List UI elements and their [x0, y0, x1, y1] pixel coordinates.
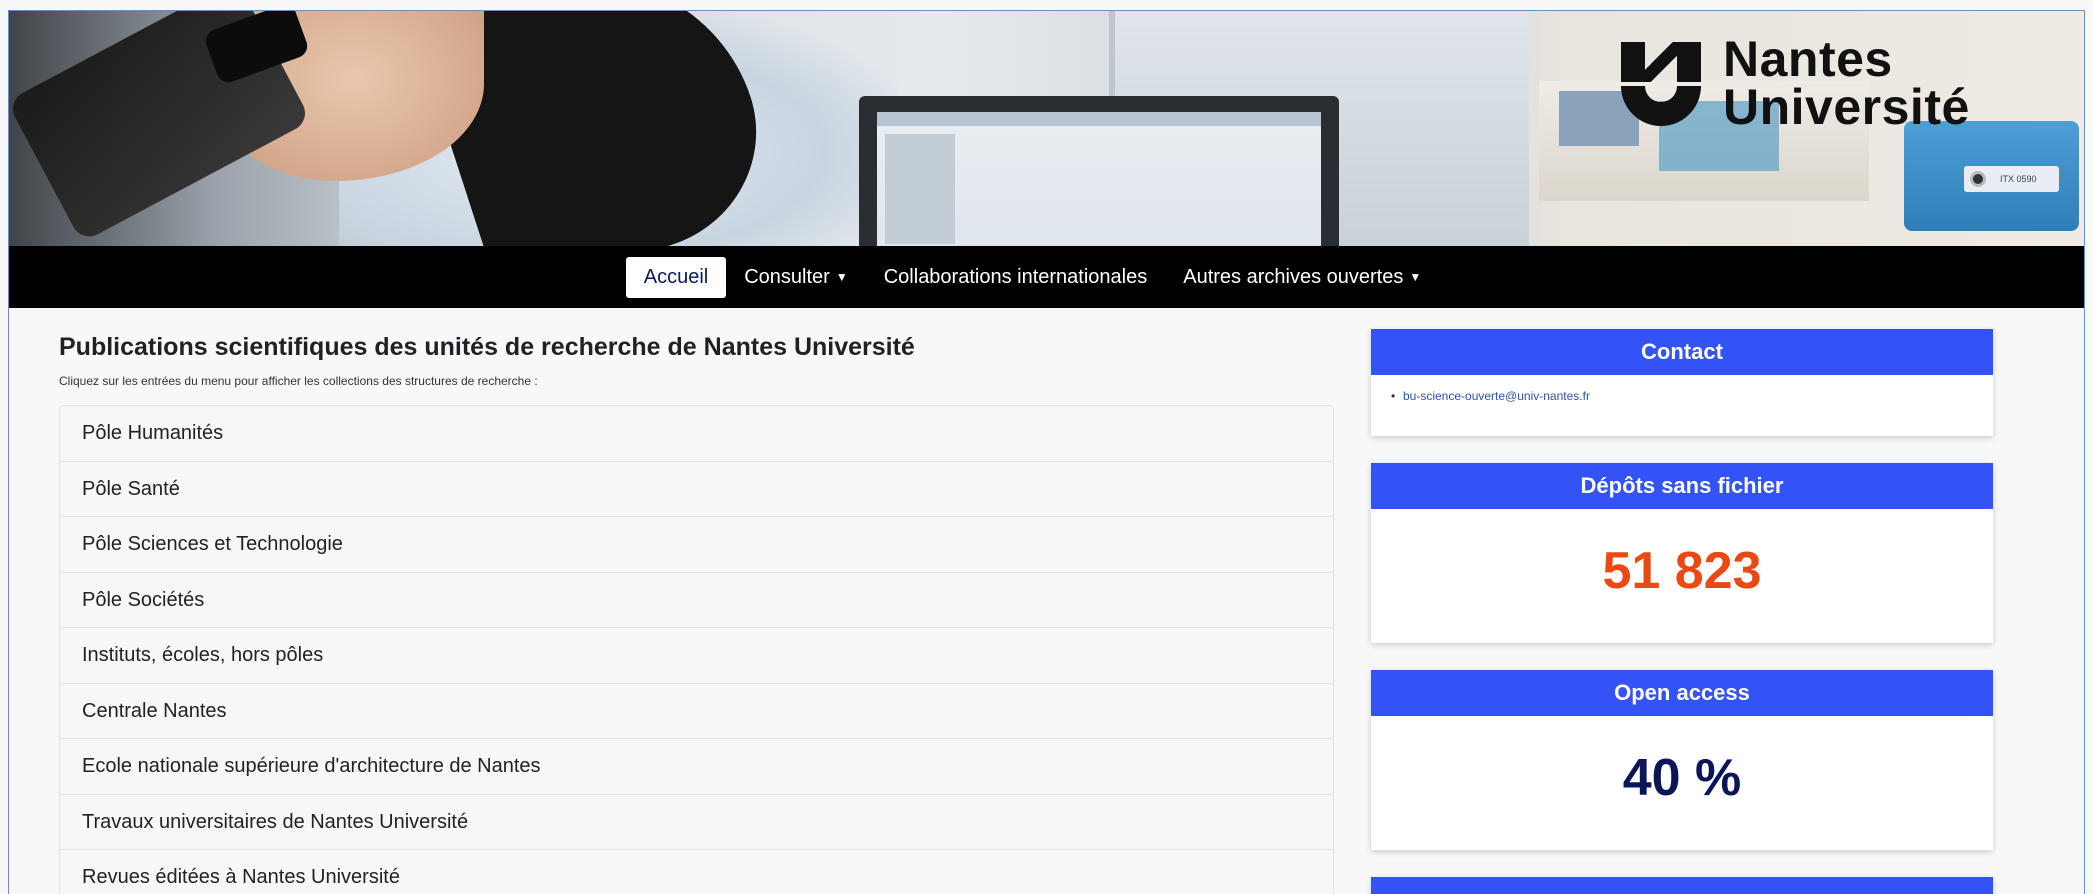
caret-down-icon: ▼: [835, 270, 848, 285]
device-knob: [1970, 171, 1986, 187]
next-card-header: [1371, 877, 1993, 894]
open-access-card-title: Open access: [1371, 670, 1993, 716]
nantes-universite-logo[interactable]: Nantes Université: [1621, 25, 1970, 140]
contact-list: bu-science-ouverte@univ-nantes.fr: [1371, 375, 1993, 403]
page-subtitle: Cliquez sur les entrées du menu pour aff…: [59, 374, 538, 388]
depots-count: 51 823: [1602, 542, 1762, 600]
list-item[interactable]: Travaux universitaires de Nantes Univers…: [60, 795, 1333, 850]
page-frame: ITX 0590 Nantes Université Accueil Consu…: [8, 10, 2085, 894]
depots-card-title: Dépôts sans fichier: [1371, 463, 1993, 509]
logo-text: Nantes Université: [1723, 30, 1970, 135]
logo-line1: Nantes: [1723, 30, 1893, 87]
nav-items: Accueil Consulter ▼ Collaborations intern…: [625, 256, 1439, 299]
list-item[interactable]: Centrale Nantes: [60, 684, 1333, 739]
banner-monitor: [859, 96, 1339, 246]
next-card: [1371, 877, 1993, 894]
collections-list: Pôle Humanités Pôle Santé Pôle Sciences …: [59, 405, 1334, 894]
open-access-card: Open access 40 %: [1371, 670, 1993, 850]
nav-item-collaborations[interactable]: Collaborations internationales: [866, 256, 1166, 299]
nav-item-consulter[interactable]: Consulter ▼: [726, 256, 866, 299]
banner-monitor-screen: [877, 112, 1321, 246]
list-item[interactable]: Pôle Sciences et Technologie: [60, 517, 1333, 573]
page-title: Publications scientifiques des unités de…: [59, 333, 915, 361]
open-access-value: 40 %: [1622, 749, 1742, 807]
main-nav: Accueil Consulter ▼ Collaborations intern…: [9, 246, 2084, 308]
device-label: ITX 0590: [2000, 174, 2037, 184]
list-item[interactable]: Revues éditées à Nantes Université: [60, 850, 1333, 894]
depots-card: Dépôts sans fichier 51 823: [1371, 463, 1993, 643]
list-item[interactable]: Pôle Santé: [60, 462, 1333, 517]
contact-card-title: Contact: [1371, 329, 1993, 375]
list-item[interactable]: Ecole nationale supérieure d'architectur…: [60, 739, 1333, 795]
contact-card: Contact bu-science-ouverte@univ-nantes.f…: [1371, 329, 1993, 436]
header-banner: ITX 0590 Nantes Université: [9, 11, 2084, 246]
caret-down-icon: ▼: [1409, 270, 1422, 285]
contact-email-link[interactable]: bu-science-ouverte@univ-nantes.fr: [1391, 389, 1993, 403]
list-item[interactable]: Pôle Sociétés: [60, 573, 1333, 628]
logo-line2: Université: [1723, 78, 1970, 135]
list-item[interactable]: Pôle Humanités: [60, 406, 1333, 462]
nav-item-autres-archives[interactable]: Autres archives ouvertes ▼: [1165, 256, 1439, 299]
list-item[interactable]: Instituts, écoles, hors pôles: [60, 628, 1333, 684]
nav-item-accueil[interactable]: Accueil: [625, 256, 727, 298]
logo-mark-icon: [1621, 41, 1701, 126]
